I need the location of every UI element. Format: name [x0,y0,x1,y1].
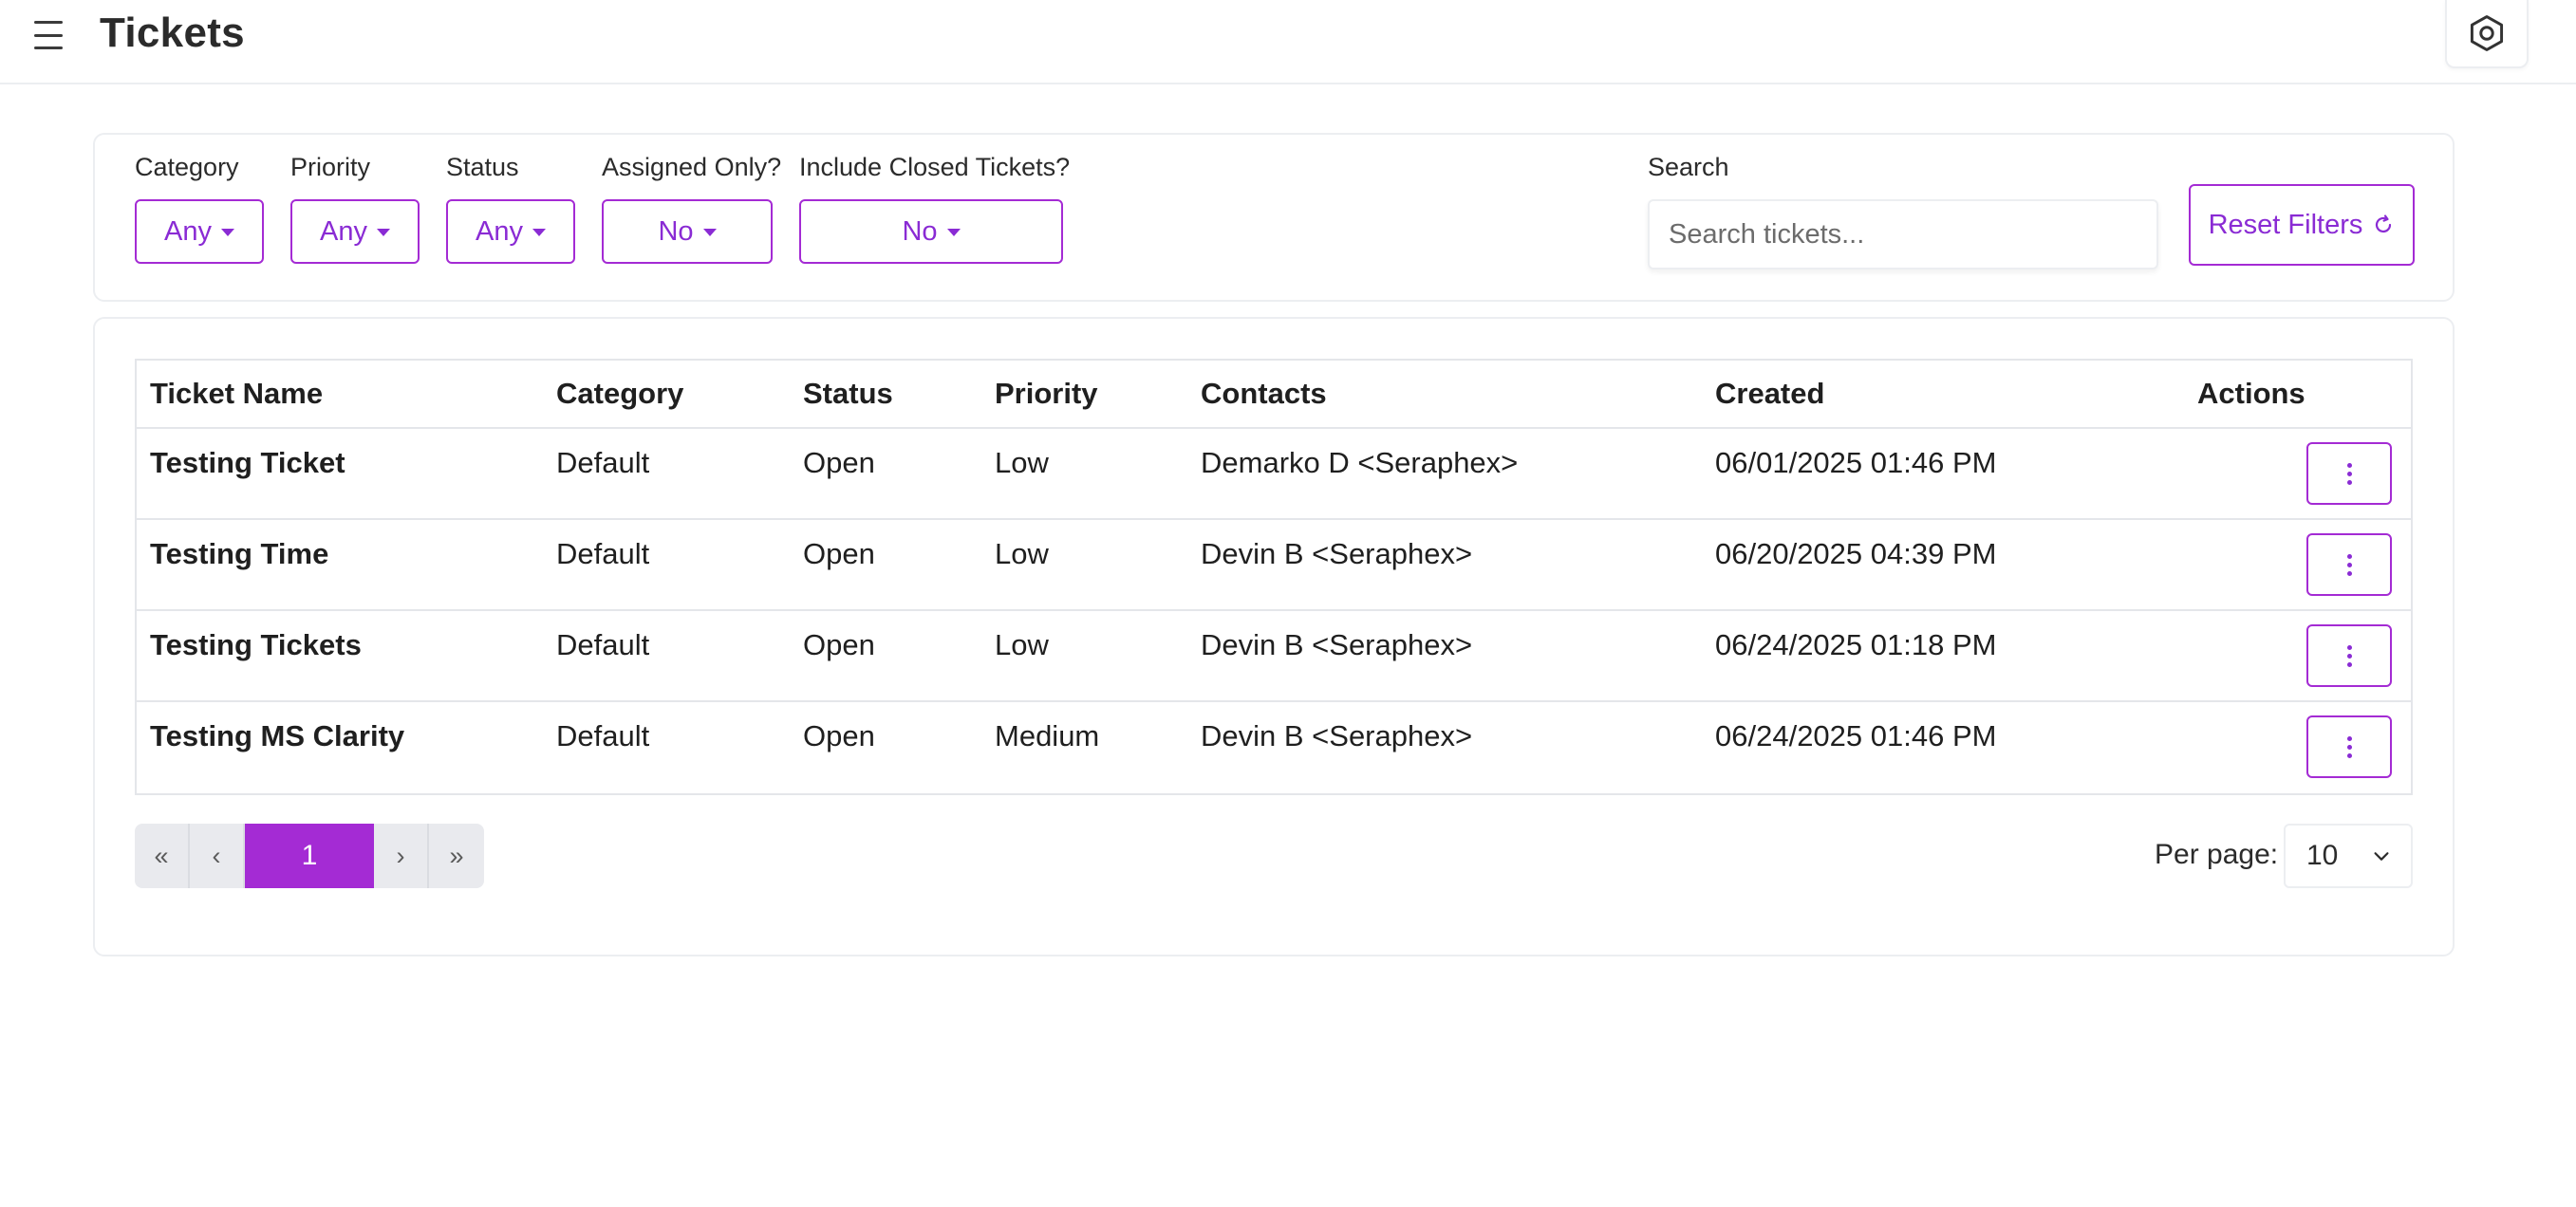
created-cell: 06/01/2025 01:46 PM [1715,446,1997,479]
table-header-row: Ticket Name Category Status Priority Con… [137,361,2411,429]
tickets-table-card: Ticket Name Category Status Priority Con… [93,317,2455,956]
contacts-cell: Devin B <Seraphex> [1201,719,1473,752]
search-label: Search [1648,153,1729,181]
created-cell: 06/24/2025 01:18 PM [1715,628,1997,661]
include-closed-filter-label: Include Closed Tickets? [799,153,1071,181]
row-actions-button[interactable] [2306,442,2392,505]
per-page-label: Per page: [2155,839,2279,870]
hamburger-menu-icon[interactable] [34,21,66,49]
filter-panel: Category Any Priority Any Status Any Ass… [93,133,2455,302]
column-header-ticket-name[interactable]: Ticket Name [137,377,556,411]
caret-down-icon [376,229,390,236]
include-closed-dropdown[interactable]: No [799,199,1063,264]
per-page-value: 10 [2306,840,2339,871]
per-page-select[interactable]: 10 [2284,824,2413,888]
status-dropdown[interactable]: Any [446,199,575,264]
status-dropdown-value: Any [476,215,523,247]
top-bar: Tickets [0,0,2576,84]
chevron-down-icon [2374,852,2389,861]
contacts-cell: Devin B <Seraphex> [1201,628,1473,661]
settings-button[interactable] [2445,0,2529,68]
priority-filter: Priority Any [290,148,420,264]
refresh-icon [2376,214,2392,233]
ticket-name-cell[interactable]: Testing Time [137,520,556,609]
category-cell: Default [556,628,650,661]
page-button-current[interactable]: 1 [245,824,374,888]
priority-cell: Medium [995,719,1100,752]
kebab-menu-icon [2346,735,2352,741]
include-closed-filter: Include Closed Tickets? No [799,148,1070,264]
column-header-created[interactable]: Created [1715,377,2197,411]
ticket-name-cell[interactable]: Testing Ticket [137,429,556,518]
previous-page-button[interactable]: ‹ [190,824,245,888]
category-filter-label: Category [135,153,239,181]
column-header-contacts[interactable]: Contacts [1201,377,1715,411]
assigned-only-filter: Assigned Only? No [602,148,781,264]
row-actions-button[interactable] [2306,533,2392,596]
kebab-menu-icon [2346,553,2352,559]
column-header-status[interactable]: Status [803,377,995,411]
created-cell: 06/20/2025 04:39 PM [1715,537,1997,570]
last-page-button[interactable]: » [429,824,484,888]
contacts-cell: Demarko D <Seraphex> [1201,446,1519,479]
category-cell: Default [556,537,650,570]
row-actions-button[interactable] [2306,715,2392,778]
tickets-page: Tickets Category Any Priority Any Status [0,0,2576,1207]
search-filter: Search [1648,148,2158,269]
include-closed-dropdown-value: No [902,215,938,247]
column-header-category[interactable]: Category [556,377,803,411]
next-page-button[interactable]: › [374,824,429,888]
assigned-only-filter-label: Assigned Only? [602,153,782,181]
status-cell: Open [803,537,875,570]
priority-cell: Low [995,446,1049,479]
priority-cell: Low [995,628,1049,661]
reset-filters-button[interactable]: Reset Filters [2189,184,2415,266]
category-cell: Default [556,446,650,479]
status-cell: Open [803,446,875,479]
kebab-menu-icon [2346,462,2352,468]
tickets-table: Ticket Name Category Status Priority Con… [135,359,2413,795]
hexagon-settings-icon [2470,15,2504,51]
table-row[interactable]: Testing Tickets Default Open Low Devin B… [137,611,2411,702]
assigned-only-dropdown-value: No [658,215,694,247]
priority-dropdown[interactable]: Any [290,199,420,264]
priority-dropdown-value: Any [320,215,367,247]
category-cell: Default [556,719,650,752]
priority-filter-label: Priority [290,153,371,181]
status-filter: Status Any [446,148,575,264]
category-filter: Category Any [135,148,264,264]
category-dropdown-value: Any [164,215,212,247]
category-dropdown[interactable]: Any [135,199,264,264]
caret-down-icon [702,229,717,236]
priority-cell: Low [995,537,1049,570]
kebab-menu-icon [2346,644,2352,650]
assigned-only-dropdown[interactable]: No [602,199,773,264]
caret-down-icon [946,229,961,236]
column-header-priority[interactable]: Priority [995,377,1201,411]
table-row[interactable]: Testing MS Clarity Default Open Medium D… [137,702,2411,793]
column-header-actions: Actions [2197,377,2305,410]
status-filter-label: Status [446,153,519,181]
status-cell: Open [803,719,875,752]
page-title: Tickets [100,9,245,56]
caret-down-icon [532,229,546,236]
reset-filters-label: Reset Filters [2208,209,2363,240]
search-input[interactable] [1648,199,2158,269]
table-row[interactable]: Testing Time Default Open Low Devin B <S… [137,520,2411,611]
table-row[interactable]: Testing Ticket Default Open Low Demarko … [137,429,2411,520]
status-cell: Open [803,628,875,661]
caret-down-icon [220,229,234,236]
first-page-button[interactable]: « [135,824,190,888]
contacts-cell: Devin B <Seraphex> [1201,537,1473,570]
created-cell: 06/24/2025 01:46 PM [1715,719,1997,752]
row-actions-button[interactable] [2306,624,2392,687]
ticket-name-cell[interactable]: Testing MS Clarity [137,702,556,793]
ticket-name-cell[interactable]: Testing Tickets [137,611,556,700]
pagination: « ‹ 1 › » [135,824,484,888]
